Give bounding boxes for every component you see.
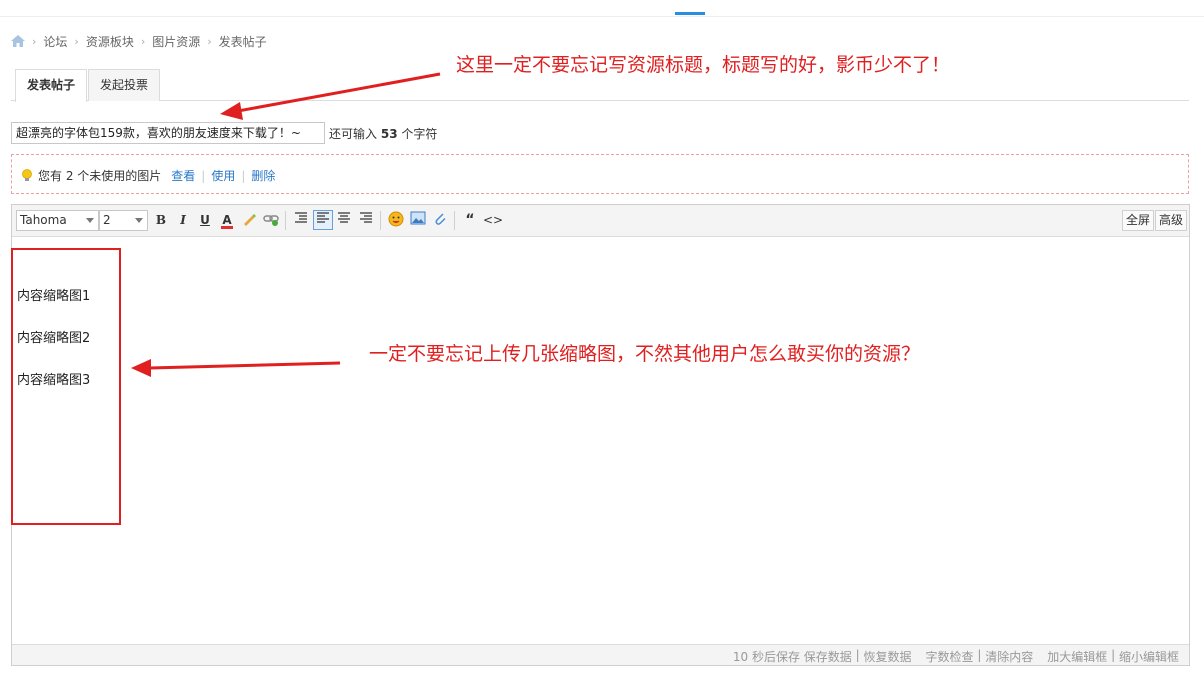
breadcrumb-separator: › [140, 34, 146, 48]
char-remaining-prefix: 还可输入 [329, 127, 378, 141]
breadcrumb-separator: › [207, 34, 212, 48]
notice-text: 您有 2 个未使用的图片 [38, 169, 162, 183]
breadcrumb: › 论坛 › 资源板块 › 图片资源 › 发表帖子 [11, 33, 267, 49]
indent-icon[interactable] [291, 211, 309, 229]
home-icon[interactable] [11, 35, 25, 47]
divider: | [201, 168, 206, 183]
font-size-select[interactable]: 2 [99, 210, 148, 231]
shrink-editor-link[interactable]: 缩小编辑框 [1119, 648, 1179, 665]
save-data-link[interactable]: 保存数据 [804, 648, 852, 665]
thread-title-input[interactable] [11, 122, 325, 144]
font-color-button[interactable]: A [218, 211, 236, 229]
image-icon[interactable] [409, 211, 427, 229]
align-right-icon[interactable] [357, 211, 375, 229]
unused-images-notice: 您有 2 个未使用的图片 查看 | 使用 | 删除 [11, 154, 1189, 194]
breadcrumb-separator: › [74, 34, 79, 48]
char-remaining: 还可输入 53 个字符 [329, 125, 437, 142]
link-icon[interactable] [262, 211, 280, 229]
code-button[interactable]: <> [483, 211, 503, 229]
thumbnail-tip-annotation: 一定不要忘记上传几张缩略图，不然其他用户怎么敢买你的资源？ [369, 343, 921, 365]
color-swatch [221, 226, 233, 229]
divider: | [855, 648, 860, 662]
editor-content[interactable]: 内容缩略图1 内容缩略图2 内容缩略图3 [12, 237, 1189, 644]
toolbar-divider [380, 211, 381, 230]
align-left-icon[interactable] [313, 210, 333, 230]
lightbulb-icon [21, 168, 33, 183]
italic-button[interactable]: I [174, 211, 192, 229]
top-bar [0, 0, 1204, 17]
breadcrumb-forum[interactable]: 论坛 [43, 33, 67, 50]
editor-toolbar: Tahoma 2 B I U A “ <> 全屏 高级 [12, 205, 1189, 237]
editor-statusbar: 10 秒后保存 保存数据 | 恢复数据 字数检查 | 清除内容 加大编辑框 | … [12, 644, 1189, 665]
breadcrumb-separator: › [32, 34, 37, 48]
word-check-link[interactable]: 字数检查 [926, 648, 974, 665]
divider: | [241, 168, 246, 183]
top-bar-accent [675, 12, 705, 15]
divider: | [1111, 648, 1116, 662]
thumbnail-highlight-box [11, 248, 121, 525]
enlarge-editor-link[interactable]: 加大编辑框 [1047, 648, 1107, 665]
divider: | [977, 648, 982, 662]
view-images-link[interactable]: 查看 [171, 167, 195, 184]
font-color-label: A [222, 213, 232, 227]
chevron-down-icon [135, 218, 143, 223]
fullscreen-button[interactable]: 全屏 [1122, 210, 1155, 231]
tab-post-thread[interactable]: 发表帖子 [15, 69, 88, 102]
restore-data-link[interactable]: 恢复数据 [864, 648, 912, 665]
quote-button[interactable]: “ [461, 211, 479, 229]
toolbar-divider [454, 211, 455, 230]
rich-text-editor: Tahoma 2 B I U A “ <> 全屏 高级 内容缩略图1 内容缩略图… [11, 204, 1190, 666]
toolbar-divider [285, 211, 286, 230]
title-tip-annotation: 这里一定不要忘记写资源标题，标题写的好，影币少不了！ [456, 54, 951, 76]
breadcrumb-current: 发表帖子 [218, 34, 267, 49]
bold-button[interactable]: B [152, 211, 170, 229]
breadcrumb-image-resources[interactable]: 图片资源 [152, 33, 200, 50]
font-family-value: Tahoma [20, 213, 67, 227]
char-remaining-suffix: 个字符 [401, 127, 438, 141]
tab-start-poll[interactable]: 发起投票 [88, 69, 161, 101]
chevron-down-icon [86, 218, 94, 223]
font-family-select[interactable]: Tahoma [16, 210, 99, 231]
use-images-link[interactable]: 使用 [211, 167, 235, 184]
attachment-icon[interactable] [431, 211, 449, 229]
underline-button[interactable]: U [196, 211, 214, 229]
advanced-button[interactable]: 高级 [1155, 210, 1188, 231]
smiley-icon[interactable] [387, 211, 405, 229]
clear-content-link[interactable]: 清除内容 [985, 648, 1033, 665]
autosave-countdown: 10 秒后保存 [732, 650, 800, 664]
breadcrumb-resources[interactable]: 资源板块 [86, 33, 134, 50]
delete-images-link[interactable]: 删除 [251, 167, 275, 184]
font-size-value: 2 [103, 213, 111, 227]
char-remaining-count: 53 [380, 127, 398, 141]
highlight-icon[interactable] [240, 211, 258, 229]
align-center-icon[interactable] [335, 211, 353, 229]
